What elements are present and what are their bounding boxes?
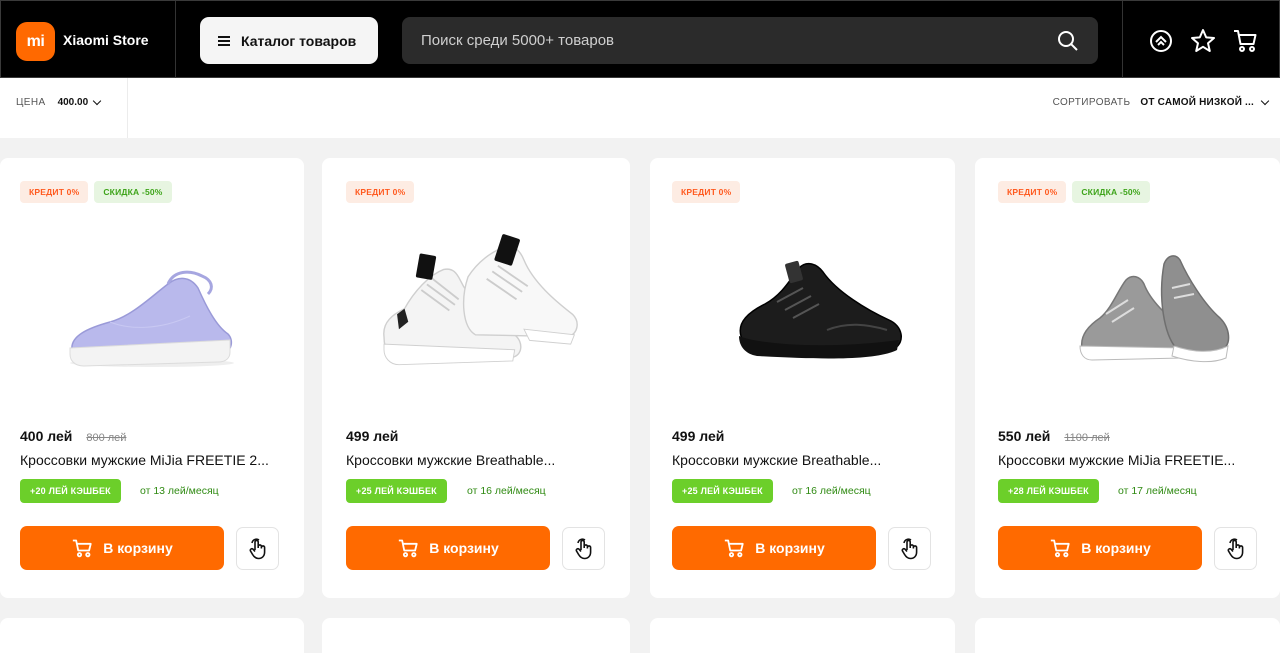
- favorites-star-icon[interactable]: [1190, 28, 1216, 54]
- header-divider-right: [1122, 1, 1123, 79]
- search-icon[interactable]: [1056, 29, 1080, 53]
- current-price: 499 лей: [672, 428, 725, 444]
- chevron-down-icon: [92, 96, 102, 105]
- hand-pointer-icon: [1227, 537, 1243, 559]
- search-input[interactable]: [402, 17, 1042, 64]
- brand-name[interactable]: Xiaomi Store: [63, 32, 149, 48]
- product-title[interactable]: Кроссовки мужские Breathable...: [346, 452, 611, 468]
- credit-badge: КРЕДИТ 0%: [20, 181, 89, 203]
- price-row: 499 лей: [346, 428, 412, 444]
- price-filter[interactable]: ЦЕНА 400.00: [16, 96, 102, 108]
- badge-group: КРЕДИТ 0% СКИДКА -50%: [20, 181, 172, 203]
- add-to-cart-button[interactable]: В корзину: [998, 526, 1202, 570]
- add-to-cart-label: В корзину: [1081, 540, 1151, 556]
- search-bar: [402, 17, 1098, 64]
- cashback-badge: +20 ЛЕЙ КЭШБЕК: [20, 479, 121, 503]
- old-price: 800 лей: [86, 432, 127, 444]
- product-image[interactable]: [356, 218, 580, 418]
- badge-group: КРЕДИТ 0%: [672, 181, 741, 203]
- cart-icon[interactable]: [1232, 28, 1258, 54]
- add-to-cart-button[interactable]: В корзину: [346, 526, 550, 570]
- product-card[interactable]: КРЕДИТ 0% 499 лей Кроссовки мужские Brea…: [322, 158, 630, 598]
- one-click-buy-button[interactable]: [236, 527, 279, 570]
- catalog-button-label: Каталог товаров: [241, 32, 357, 49]
- filter-divider: [127, 78, 128, 138]
- product-card[interactable]: [322, 618, 630, 653]
- product-image[interactable]: [40, 218, 264, 418]
- badge-group: КРЕДИТ 0%: [346, 181, 415, 203]
- hand-pointer-icon: [901, 537, 917, 559]
- credit-badge: КРЕДИТ 0%: [672, 181, 741, 203]
- cart-icon: [1051, 539, 1070, 558]
- cart-icon: [399, 539, 418, 558]
- chevron-down-icon: [1260, 96, 1270, 105]
- product-card[interactable]: КРЕДИТ 0% 499 лей Кроссовки мужские Brea…: [650, 158, 955, 598]
- sort-label: СОРТИРОВАТЬ: [1052, 97, 1131, 108]
- product-image[interactable]: [710, 218, 934, 418]
- price-row: 550 лей 1100 лей: [998, 428, 1110, 444]
- discount-badge: СКИДКА -50%: [1072, 181, 1150, 203]
- add-to-cart-label: В корзину: [429, 540, 499, 556]
- installment-text: от 17 лей/месяц: [1118, 485, 1197, 497]
- product-card[interactable]: [650, 618, 955, 653]
- header-divider: [175, 1, 176, 79]
- installment-text: от 16 лей/месяц: [467, 485, 546, 497]
- cart-icon: [73, 539, 92, 558]
- menu-icon: [218, 35, 230, 46]
- sort-dropdown[interactable]: СОРТИРОВАТЬ ОТ САМОЙ НИЗКОЙ ...: [1052, 96, 1270, 108]
- credit-badge: КРЕДИТ 0%: [998, 181, 1067, 203]
- product-card[interactable]: [0, 618, 304, 653]
- one-click-buy-button[interactable]: [888, 527, 931, 570]
- product-title[interactable]: Кроссовки мужские MiJia FREETIE 2...: [20, 452, 285, 468]
- installment-text: от 13 лей/месяц: [140, 485, 219, 497]
- compare-icon[interactable]: [1148, 28, 1174, 54]
- add-to-cart-label: В корзину: [755, 540, 825, 556]
- hand-pointer-icon: [575, 537, 591, 559]
- hand-pointer-icon: [249, 537, 265, 559]
- one-click-buy-button[interactable]: [562, 527, 605, 570]
- product-title[interactable]: Кроссовки мужские Breathable...: [672, 452, 937, 468]
- logo-text: mi: [26, 32, 45, 50]
- price-filter-label: ЦЕНА: [16, 97, 46, 108]
- credit-badge: КРЕДИТ 0%: [346, 181, 415, 203]
- add-to-cart-button[interactable]: В корзину: [20, 526, 224, 570]
- cashback-badge: +25 ЛЕЙ КЭШБЕК: [672, 479, 773, 503]
- cashback-badge: +28 ЛЕЙ КЭШБЕК: [998, 479, 1099, 503]
- current-price: 499 лей: [346, 428, 399, 444]
- cashback-badge: +25 ЛЕЙ КЭШБЕК: [346, 479, 447, 503]
- price-row: 499 лей: [672, 428, 738, 444]
- cart-icon: [725, 539, 744, 558]
- xiaomi-logo[interactable]: mi: [16, 22, 55, 61]
- add-to-cart-label: В корзину: [103, 540, 173, 556]
- catalog-button[interactable]: Каталог товаров: [200, 17, 378, 64]
- product-title[interactable]: Кроссовки мужские MiJia FREETIE...: [998, 452, 1263, 468]
- product-card[interactable]: КРЕДИТ 0% СКИДКА -50% 400 лей 800 лей Кр…: [0, 158, 304, 598]
- current-price: 550 лей: [998, 428, 1051, 444]
- product-card[interactable]: КРЕДИТ 0% СКИДКА -50% 550 лей 1100 лей К…: [975, 158, 1280, 598]
- price-row: 400 лей 800 лей: [20, 428, 126, 444]
- old-price: 1100 лей: [1064, 432, 1110, 444]
- product-image[interactable]: [1045, 218, 1269, 418]
- filter-bar: ЦЕНА 400.00 СОРТИРОВАТЬ ОТ САМОЙ НИЗКОЙ …: [0, 78, 1280, 138]
- site-header: mi Xiaomi Store Каталог товаров: [0, 0, 1280, 79]
- badge-group: КРЕДИТ 0% СКИДКА -50%: [998, 181, 1150, 203]
- add-to-cart-button[interactable]: В корзину: [672, 526, 876, 570]
- product-card[interactable]: [975, 618, 1280, 653]
- sort-value: ОТ САМОЙ НИЗКОЙ ...: [1140, 97, 1254, 108]
- price-filter-value: 400.00: [57, 97, 89, 108]
- discount-badge: СКИДКА -50%: [94, 181, 172, 203]
- current-price: 400 лей: [20, 428, 73, 444]
- one-click-buy-button[interactable]: [1214, 527, 1257, 570]
- installment-text: от 16 лей/месяц: [792, 485, 871, 497]
